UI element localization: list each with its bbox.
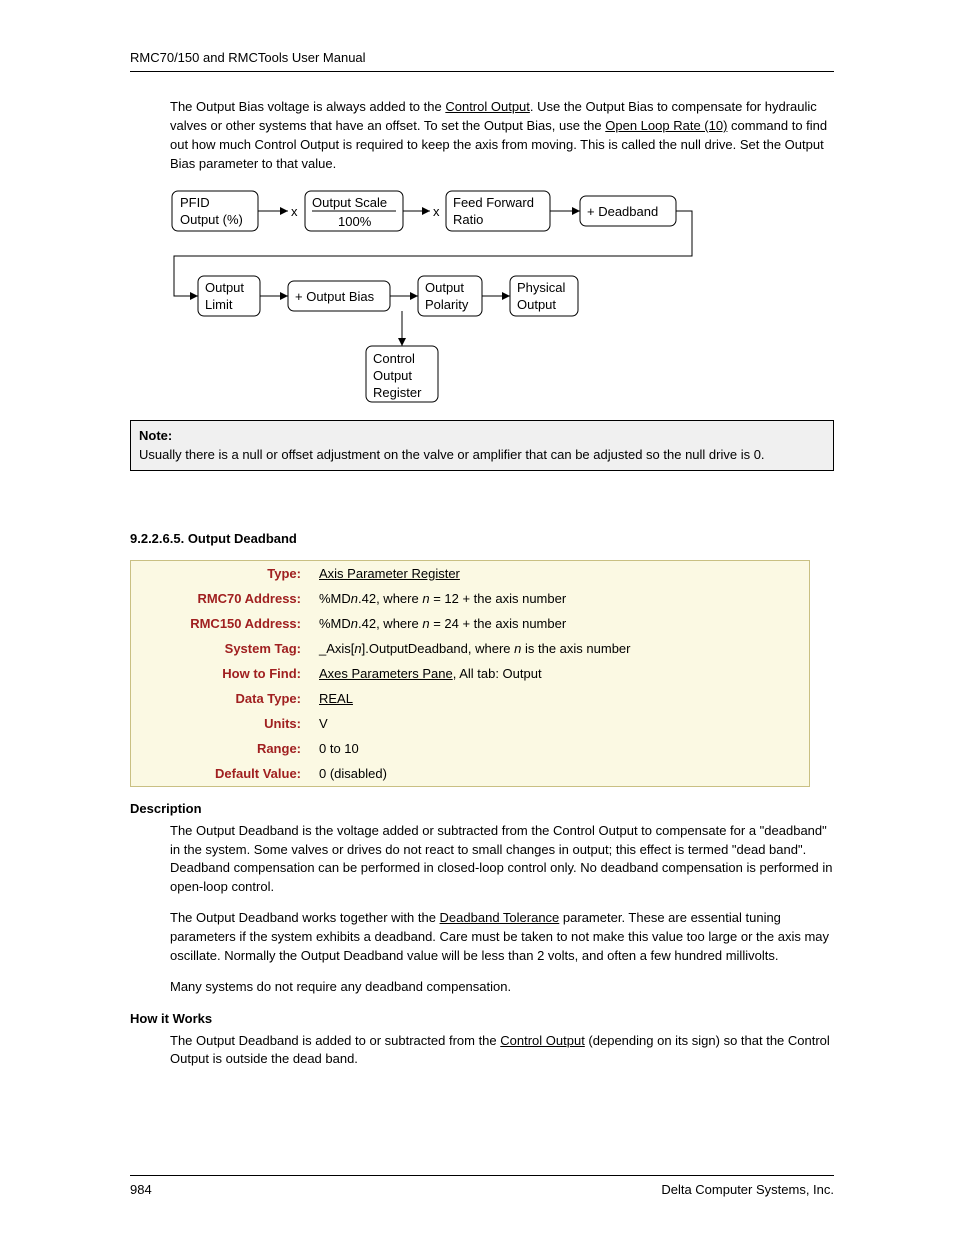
page-number: 984	[130, 1182, 152, 1197]
svg-text:Limit: Limit	[205, 297, 233, 312]
open-loop-rate-link[interactable]: Open Loop Rate (10)	[605, 118, 727, 133]
svg-text:Output Scale: Output Scale	[312, 195, 387, 210]
parameter-table: Type: Axis Parameter Register RMC70 Addr…	[130, 560, 810, 787]
param-key-rmc150: RMC150 Address:	[131, 611, 310, 636]
param-key-range: Range:	[131, 736, 310, 761]
header-rule	[130, 71, 834, 72]
description-p1: The Output Deadband is the voltage added…	[170, 822, 834, 897]
svg-text:Polarity: Polarity	[425, 297, 469, 312]
svg-text:PFID: PFID	[180, 195, 210, 210]
axis-param-register-link[interactable]: Axis Parameter Register	[319, 566, 460, 581]
control-output-link[interactable]: Control Output	[445, 99, 530, 114]
param-val-rmc150: %MDn.42, where n = 24 + the axis number	[309, 611, 810, 636]
svg-text:Ratio: Ratio	[453, 212, 483, 227]
signal-flow-diagram: PFID Output (%) x Output Scale 100% x Fe…	[170, 186, 834, 414]
control-output-link-2[interactable]: Control Output	[500, 1033, 585, 1048]
param-key-default: Default Value:	[131, 761, 310, 787]
note-box: Note: Usually there is a null or offset …	[130, 420, 834, 470]
param-val-type: Axis Parameter Register	[309, 560, 810, 586]
svg-text:+ Output Bias: + Output Bias	[295, 289, 375, 304]
note-text: Usually there is a null or offset adjust…	[139, 447, 765, 462]
svg-text:+ Deadband: + Deadband	[587, 204, 658, 219]
how-it-works-p1: The Output Deadband is added to or subtr…	[170, 1032, 834, 1070]
description-p2: The Output Deadband works together with …	[170, 909, 834, 966]
how-it-works-heading: How it Works	[130, 1011, 834, 1026]
svg-text:x: x	[433, 204, 440, 219]
svg-text:x: x	[291, 204, 298, 219]
param-val-find: Axes Parameters Pane, All tab: Output	[309, 661, 810, 686]
svg-text:Output: Output	[425, 280, 464, 295]
param-val-default: 0 (disabled)	[309, 761, 810, 787]
header-title: RMC70/150 and RMCTools User Manual	[130, 50, 834, 65]
description-heading: Description	[130, 801, 834, 816]
svg-text:Output: Output	[373, 368, 412, 383]
param-key-type: Type:	[131, 560, 310, 586]
company-name: Delta Computer Systems, Inc.	[661, 1182, 834, 1197]
intro-paragraph: The Output Bias voltage is always added …	[170, 98, 834, 173]
intro-pre: The Output Bias voltage is always added …	[170, 99, 445, 114]
deadband-tolerance-link[interactable]: Deadband Tolerance	[440, 910, 560, 925]
param-key-units: Units:	[131, 711, 310, 736]
svg-text:Control: Control	[373, 351, 415, 366]
svg-text:Physical: Physical	[517, 280, 566, 295]
svg-text:Output (%): Output (%)	[180, 212, 243, 227]
param-key-systag: System Tag:	[131, 636, 310, 661]
note-label: Note:	[139, 428, 172, 443]
svg-text:Output: Output	[517, 297, 556, 312]
param-key-rmc70: RMC70 Address:	[131, 586, 310, 611]
svg-text:Register: Register	[373, 385, 422, 400]
param-key-dtype: Data Type:	[131, 686, 310, 711]
svg-text:100%: 100%	[338, 214, 372, 229]
axes-params-pane-link[interactable]: Axes Parameters Pane	[319, 666, 453, 681]
param-val-units: V	[309, 711, 810, 736]
svg-text:Feed Forward: Feed Forward	[453, 195, 534, 210]
description-p3: Many systems do not require any deadband…	[170, 978, 834, 997]
real-type-link[interactable]: REAL	[319, 691, 353, 706]
section-heading: 9.2.2.6.5. Output Deadband	[130, 531, 834, 546]
param-val-rmc70: %MDn.42, where n = 12 + the axis number	[309, 586, 810, 611]
param-val-range: 0 to 10	[309, 736, 810, 761]
param-val-dtype: REAL	[309, 686, 810, 711]
param-val-systag: _Axis[n].OutputDeadband, where n is the …	[309, 636, 810, 661]
page-footer: 984 Delta Computer Systems, Inc.	[130, 1169, 834, 1198]
param-key-find: How to Find:	[131, 661, 310, 686]
svg-text:Output: Output	[205, 280, 244, 295]
